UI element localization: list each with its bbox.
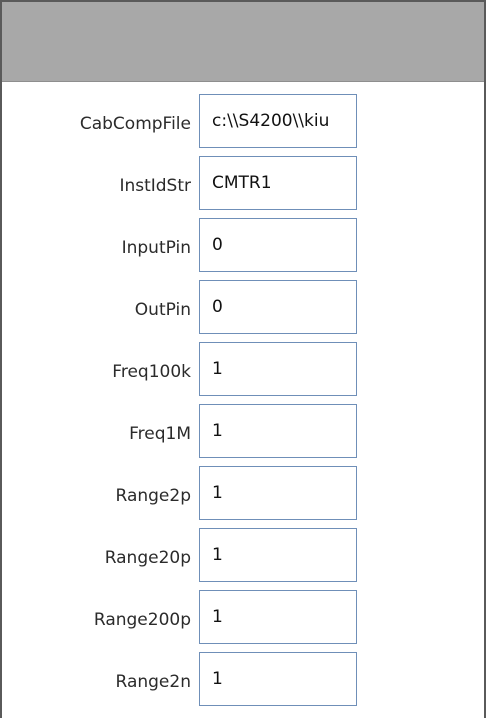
field-value: 1 <box>212 359 223 379</box>
properties-panel: CabCompFile c:\\S4200\\kiu InstIdStr CMT… <box>0 0 486 718</box>
field-value: 1 <box>212 421 223 441</box>
panel-header-bar <box>2 2 484 82</box>
range200p-field[interactable]: 1 <box>199 590 357 644</box>
form-row-inputpin: InputPin 0 <box>2 218 484 278</box>
field-value: c:\\S4200\\kiu <box>212 111 330 131</box>
field-value: 1 <box>212 483 223 503</box>
field-label: Range20p <box>104 548 191 568</box>
form-row-freq1m: Freq1M 1 <box>2 404 484 464</box>
range20p-field[interactable]: 1 <box>199 528 357 582</box>
field-value: 0 <box>212 297 223 317</box>
field-label: Range200p <box>93 610 191 630</box>
field-value: 1 <box>212 607 223 627</box>
field-label: Freq100k <box>112 362 191 382</box>
field-label: Range2p <box>115 486 192 506</box>
form-row-range20p: Range20p 1 <box>2 528 484 588</box>
cabcompfile-field[interactable]: c:\\S4200\\kiu <box>199 94 357 148</box>
form-row-instidstr: InstIdStr CMTR1 <box>2 156 484 216</box>
field-label: Freq1M <box>129 424 191 444</box>
field-label: InstIdStr <box>119 176 191 196</box>
field-label: CabCompFile <box>79 114 191 134</box>
freq1m-field[interactable]: 1 <box>199 404 357 458</box>
range2p-field[interactable]: 1 <box>199 466 357 520</box>
field-value: CMTR1 <box>212 173 272 193</box>
field-label: Range2n <box>115 672 191 692</box>
inputpin-field[interactable]: 0 <box>199 218 357 272</box>
instidstr-field[interactable]: CMTR1 <box>199 156 357 210</box>
field-value: 0 <box>212 235 223 255</box>
field-label: OutPin <box>134 300 191 320</box>
field-value: 1 <box>212 669 223 689</box>
form-row-range2n: Range2n 1 <box>2 652 484 712</box>
field-value: 1 <box>212 545 223 565</box>
freq100k-field[interactable]: 1 <box>199 342 357 396</box>
outpin-field[interactable]: 0 <box>199 280 357 334</box>
form-row-range2p: Range2p 1 <box>2 466 484 526</box>
range2n-field[interactable]: 1 <box>199 652 357 706</box>
form-row-outpin: OutPin 0 <box>2 280 484 340</box>
form-row-cabcompfile: CabCompFile c:\\S4200\\kiu <box>2 94 484 154</box>
form-row-freq100k: Freq100k 1 <box>2 342 484 402</box>
form-row-range200p: Range200p 1 <box>2 590 484 650</box>
field-label: InputPin <box>121 238 191 258</box>
